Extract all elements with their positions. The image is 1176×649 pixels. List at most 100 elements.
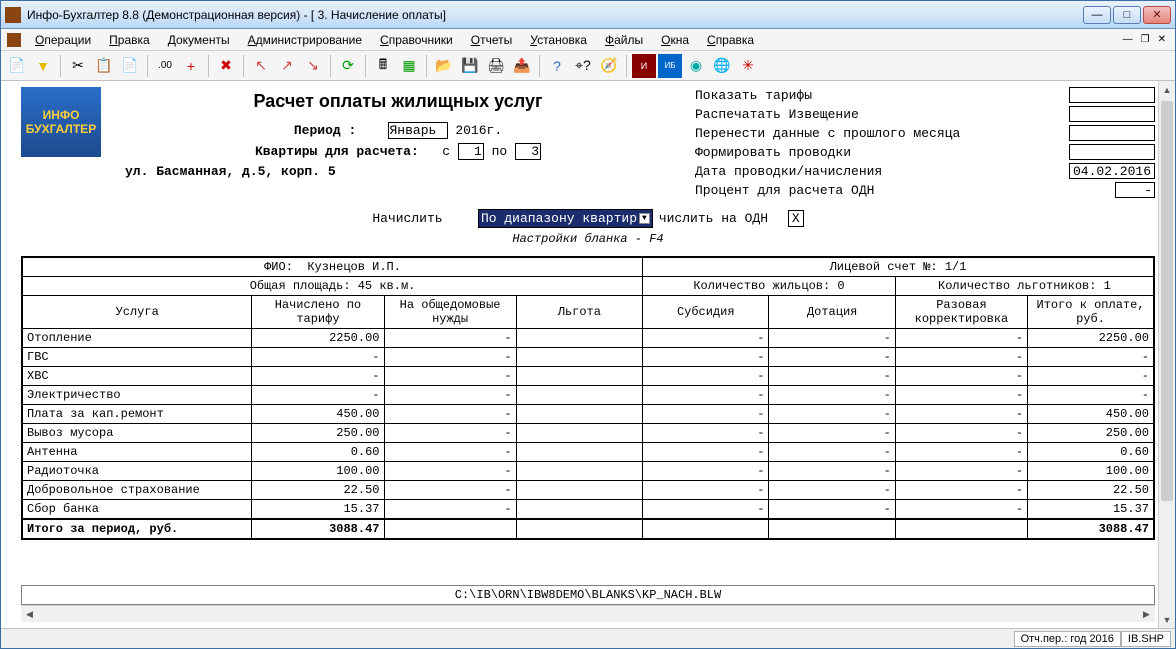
vertical-scrollbar[interactable]: ▲ ▼ bbox=[1158, 81, 1175, 628]
menu-windows[interactable]: Окна bbox=[653, 31, 697, 49]
tool-arrow3-icon[interactable]: ↘ bbox=[301, 54, 325, 78]
close-button[interactable]: ✕ bbox=[1143, 6, 1171, 24]
scrollbar-thumb[interactable] bbox=[1161, 101, 1173, 501]
table-cell: - bbox=[384, 367, 516, 386]
table-row: Плата за кап.ремонт450.00----450.00 bbox=[22, 405, 1154, 424]
tool-arrow1-icon[interactable]: ↖ bbox=[249, 54, 273, 78]
period-month-field[interactable]: Январь bbox=[388, 122, 448, 139]
tool-open-icon[interactable]: 📂 bbox=[432, 54, 456, 78]
tool-filter-icon[interactable]: ▼ bbox=[31, 54, 55, 78]
header-beneficiaries-cell: Количество льготников: 1 bbox=[895, 277, 1154, 296]
table-cell: - bbox=[769, 367, 895, 386]
odn-percent-field[interactable]: - bbox=[1115, 182, 1155, 198]
carryover-box[interactable] bbox=[1069, 125, 1155, 141]
to-label: по bbox=[492, 144, 508, 159]
tool-paste-icon[interactable]: 📄 bbox=[118, 54, 142, 78]
menu-setup[interactable]: Установка bbox=[522, 31, 595, 49]
settings-hint: Настройки бланка - F4 bbox=[21, 232, 1155, 246]
posting-date-field[interactable]: 04.02.2016 bbox=[1069, 163, 1155, 179]
table-cell bbox=[516, 462, 642, 481]
table-cell bbox=[516, 405, 642, 424]
titlebar: Инфо-Бухгалтер 8.8 (Демонстрационная вер… bbox=[1, 1, 1175, 29]
form-postings-box[interactable] bbox=[1069, 144, 1155, 160]
apt-from-field[interactable]: 1 bbox=[458, 143, 484, 160]
posting-date-label: Дата проводки/начисления bbox=[695, 164, 1069, 179]
action-carryover[interactable]: Перенести данные с прошлого месяца bbox=[695, 126, 1069, 141]
table-cell: - bbox=[895, 424, 1027, 443]
app-menu-icon[interactable] bbox=[7, 33, 21, 47]
table-cell: - bbox=[769, 462, 895, 481]
tool-refresh-icon[interactable]: ⟳ bbox=[336, 54, 360, 78]
tool-decimal-icon[interactable]: .00 bbox=[153, 54, 177, 78]
scroll-down-icon[interactable]: ▼ bbox=[1159, 611, 1175, 628]
tool-cut-icon[interactable]: ✂ bbox=[66, 54, 90, 78]
table-cell: - bbox=[384, 462, 516, 481]
table-cell: - bbox=[384, 386, 516, 405]
tool-copy-icon[interactable]: 📋 bbox=[92, 54, 116, 78]
menu-edit[interactable]: Правка bbox=[101, 31, 158, 49]
print-notice-box[interactable] bbox=[1069, 106, 1155, 122]
tool-export-icon[interactable]: 📤 bbox=[510, 54, 534, 78]
tool-doc-icon[interactable]: 📄 bbox=[5, 54, 29, 78]
chevron-down-icon[interactable]: ▼ bbox=[639, 213, 650, 224]
action-form-postings[interactable]: Формировать проводки bbox=[695, 145, 1069, 160]
table-cell: - bbox=[895, 329, 1027, 348]
table-cell: - bbox=[252, 386, 384, 405]
table-cell bbox=[516, 386, 642, 405]
table-cell bbox=[516, 329, 642, 348]
tool-compass-icon[interactable]: 🧭 bbox=[597, 54, 621, 78]
table-cell: - bbox=[769, 424, 895, 443]
table-cell: 0.60 bbox=[252, 443, 384, 462]
mdi-restore-button[interactable]: ❐ bbox=[1138, 34, 1153, 45]
tool-app5-icon[interactable]: ✳ bbox=[736, 54, 760, 78]
odn-checkbox[interactable]: Х bbox=[788, 210, 804, 227]
maximize-button[interactable]: □ bbox=[1113, 6, 1141, 24]
table-cell: - bbox=[769, 348, 895, 367]
tool-save-icon[interactable]: 💾 bbox=[458, 54, 482, 78]
table-cell: - bbox=[384, 329, 516, 348]
scroll-up-icon[interactable]: ▲ bbox=[1159, 81, 1175, 98]
tool-help-icon[interactable]: ? bbox=[545, 54, 569, 78]
menu-help[interactable]: Справка bbox=[699, 31, 762, 49]
tool-app1-icon[interactable]: И bbox=[632, 54, 656, 78]
tool-app3-icon[interactable]: ◉ bbox=[684, 54, 708, 78]
show-tariffs-box[interactable] bbox=[1069, 87, 1155, 103]
menu-reports[interactable]: Отчеты bbox=[463, 31, 521, 49]
tool-delete-icon[interactable]: ✖ bbox=[214, 54, 238, 78]
tool-print-icon[interactable]: 🖨 bbox=[484, 54, 508, 78]
mdi-minimize-button[interactable]: — bbox=[1120, 34, 1136, 45]
table-cell bbox=[516, 424, 642, 443]
action-show-tariffs[interactable]: Показать тарифы bbox=[695, 88, 1069, 103]
status-period: Отч.пер.: год 2016 bbox=[1014, 631, 1121, 647]
mdi-close-button[interactable]: ✕ bbox=[1155, 34, 1169, 45]
menu-documents[interactable]: Документы bbox=[160, 31, 238, 49]
tool-table-icon[interactable]: ▦ bbox=[397, 54, 421, 78]
table-cell: - bbox=[384, 500, 516, 520]
tool-app2-icon[interactable]: ИБ bbox=[658, 54, 682, 78]
menu-operations[interactable]: Операции bbox=[27, 31, 99, 49]
tool-arrow2-icon[interactable]: ↗ bbox=[275, 54, 299, 78]
tool-contexthelp-icon[interactable]: ⌖? bbox=[571, 54, 595, 78]
scroll-right-icon[interactable]: ▶ bbox=[1138, 606, 1155, 622]
tool-plus-icon[interactable]: + bbox=[179, 54, 203, 78]
table-cell: - bbox=[895, 386, 1027, 405]
menu-directories[interactable]: Справочники bbox=[372, 31, 461, 49]
apt-to-field[interactable]: 3 bbox=[515, 143, 541, 160]
calc-mode-dropdown[interactable]: По диапазону квартир ▼ bbox=[478, 209, 653, 228]
menu-files[interactable]: Файлы bbox=[597, 31, 651, 49]
menu-admin[interactable]: Администрирование bbox=[240, 31, 370, 49]
file-path: C:\IB\ORN\IBW8DEMO\BLANKS\KP_NACH.BLW bbox=[21, 585, 1155, 605]
action-print-notice[interactable]: Распечатать Извещение bbox=[695, 107, 1069, 122]
minimize-button[interactable]: — bbox=[1083, 6, 1111, 24]
tool-globe-icon[interactable]: 🌐 bbox=[710, 54, 734, 78]
tool-calc-icon[interactable]: 🖩 bbox=[371, 54, 395, 78]
header-area-cell: Общая площадь: 45 кв.м. bbox=[22, 277, 643, 296]
table-cell: - bbox=[895, 367, 1027, 386]
menubar: Операции Правка Документы Администрирова… bbox=[1, 29, 1175, 51]
horizontal-scrollbar[interactable]: ◀ ▶ bbox=[21, 605, 1155, 622]
table-cell: - bbox=[895, 462, 1027, 481]
scroll-left-icon[interactable]: ◀ bbox=[21, 606, 38, 622]
table-cell bbox=[516, 348, 642, 367]
table-row: Сбор банка15.37----15.37 bbox=[22, 500, 1154, 520]
period-year: 2016г. bbox=[455, 123, 502, 138]
